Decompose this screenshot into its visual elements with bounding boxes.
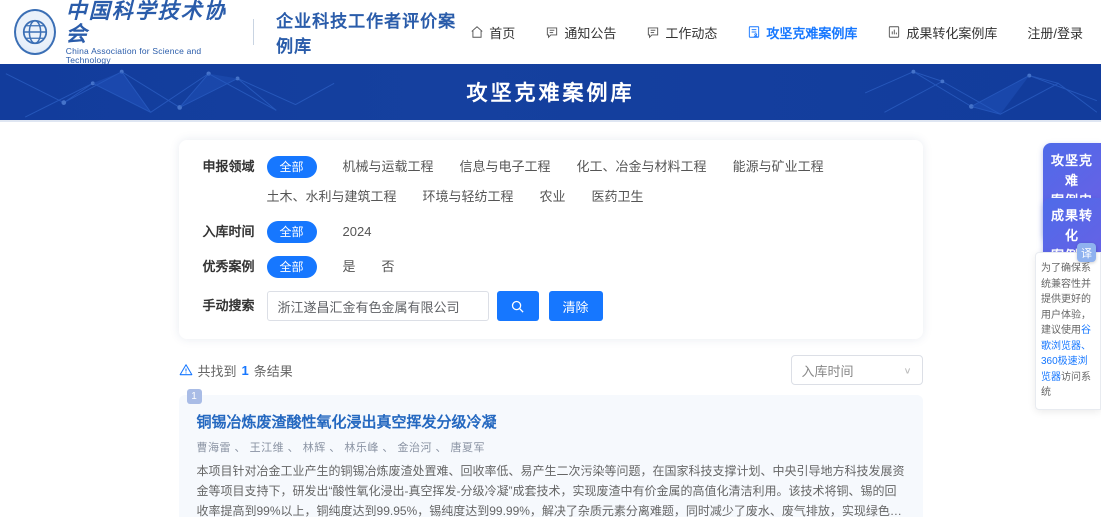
cast-logo-icon <box>14 9 56 55</box>
result-count: 共找到 1 条结果 <box>179 361 293 380</box>
filter-field-option[interactable]: 农业 <box>540 186 566 208</box>
main-nav: 首页 通知公告 工作动态 <box>470 23 1083 42</box>
apply-tackling-line1: 攻坚克难 <box>1049 151 1095 191</box>
filter-field-option[interactable]: 环境与轻纺工程 <box>423 186 514 208</box>
warning-triangle-icon <box>179 363 193 377</box>
brand[interactable]: 中国科学技术协会 China Association for Science a… <box>14 0 470 65</box>
page: 中国科学技术协会 China Association for Science a… <box>0 0 1101 517</box>
filter-panel: 申报领域 全部 机械与运载工程 信息与电子工程 化工、冶金与材料工程 能源与矿业… <box>179 140 923 339</box>
nav-register-login-label: 注册/登录 <box>1027 23 1083 42</box>
count-suffix: 条结果 <box>254 361 293 380</box>
bar-chart-icon <box>887 25 901 39</box>
filter-excellent-all[interactable]: 全部 <box>267 256 317 278</box>
search-input[interactable] <box>267 291 489 321</box>
filter-time-option[interactable]: 2024 <box>343 221 372 243</box>
banner: 攻坚克难案例库 <box>0 64 1101 122</box>
filter-field-option[interactable]: 能源与矿业工程 <box>733 156 824 178</box>
nav-work-updates[interactable]: 工作动态 <box>646 23 717 42</box>
main-content: 申报领域 全部 机械与运载工程 信息与电子工程 化工、冶金与材料工程 能源与矿业… <box>179 140 923 517</box>
network-decoration-left <box>0 64 340 120</box>
nav-home-label: 首页 <box>489 23 515 42</box>
filter-field-all[interactable]: 全部 <box>267 156 317 178</box>
nav-achievement-case-library[interactable]: 成果转化案例库 <box>887 23 997 42</box>
speech-bubble-icon <box>545 25 559 39</box>
nav-home[interactable]: 首页 <box>470 23 515 42</box>
result-title[interactable]: 铜锡冶炼废渣酸性氧化浸出真空挥发分级冷凝 <box>197 411 905 432</box>
site-title: 企业科技工作者评价案例库 <box>276 7 470 57</box>
filter-field-option[interactable]: 信息与电子工程 <box>460 156 551 178</box>
banner-title: 攻坚克难案例库 <box>467 77 635 107</box>
nav-achievement-label: 成果转化案例库 <box>906 23 997 42</box>
nav-work-updates-label: 工作动态 <box>665 23 717 42</box>
home-icon <box>470 25 484 39</box>
filter-excellent-options: 全部 是 否 <box>267 256 395 278</box>
apply-achievement-line1: 成果转化 <box>1049 206 1095 246</box>
filter-field-option[interactable]: 化工、冶金与材料工程 <box>577 156 707 178</box>
count-prefix: 共找到 <box>198 361 237 380</box>
filter-row-excellent: 优秀案例 全部 是 否 <box>203 256 899 278</box>
document-person-icon <box>747 25 761 39</box>
brand-divider <box>253 19 254 45</box>
filter-excellent-label: 优秀案例 <box>203 256 267 278</box>
filter-row-field: 申报领域 全部 机械与运载工程 信息与电子工程 化工、冶金与材料工程 能源与矿业… <box>203 156 899 208</box>
org-name-en: China Association for Science and Techno… <box>66 47 231 66</box>
globe-icon <box>20 17 50 47</box>
nav-tackling-label: 攻坚克难案例库 <box>766 23 857 42</box>
filter-time-label: 入库时间 <box>203 221 267 243</box>
count-number: 1 <box>242 363 249 378</box>
nav-tackling-case-library[interactable]: 攻坚克难案例库 <box>747 23 857 42</box>
search-button[interactable] <box>497 291 539 321</box>
filter-field-label: 申报领域 <box>203 156 267 178</box>
sort-dropdown[interactable]: 入库时间 ∨ <box>791 355 923 385</box>
header: 中国科学技术协会 China Association for Science a… <box>0 0 1101 64</box>
filter-excellent-yes[interactable]: 是 <box>343 256 356 278</box>
result-description: 本项目针对冶金工业产生的铜锡冶炼废渣处置难、回收率低、易产生二次污染等问题，在国… <box>197 462 905 517</box>
org-name: 中国科学技术协会 China Association for Science a… <box>66 0 231 65</box>
search-icon <box>510 299 525 314</box>
filter-row-search: 手动搜索 清除 <box>203 291 899 321</box>
filter-field-options: 全部 机械与运载工程 信息与电子工程 化工、冶金与材料工程 能源与矿业工程 土木… <box>267 156 899 208</box>
nav-notices[interactable]: 通知公告 <box>545 23 616 42</box>
filter-time-options: 全部 2024 <box>267 221 372 243</box>
translate-icon[interactable]: 译 <box>1077 243 1096 262</box>
result-authors: 曹海雷 、 王江维 、 林辉 、 林乐峰 、 金治河 、 唐夏军 <box>197 439 905 455</box>
filter-excellent-no[interactable]: 否 <box>382 256 395 278</box>
speech-bubble-icon <box>646 25 660 39</box>
result-bar: 共找到 1 条结果 入库时间 ∨ <box>179 355 923 385</box>
filter-row-time: 入库时间 全部 2024 <box>203 221 899 243</box>
filter-field-option[interactable]: 医药卫生 <box>592 186 644 208</box>
network-decoration-right <box>861 64 1101 120</box>
search-label: 手动搜索 <box>203 295 267 317</box>
filter-field-option[interactable]: 土木、水利与建筑工程 <box>267 186 397 208</box>
nav-register-login[interactable]: 注册/登录 <box>1027 23 1083 42</box>
result-index-badge: 1 <box>187 389 202 404</box>
result-card[interactable]: 1 铜锡冶炼废渣酸性氧化浸出真空挥发分级冷凝 曹海雷 、 王江维 、 林辉 、 … <box>179 395 923 517</box>
nav-notices-label: 通知公告 <box>564 23 616 42</box>
browser-compatibility-tip: 为了确保系统兼容性并提供更好的用户体验，建议使用谷歌浏览器、360极速浏览器访问… <box>1035 252 1101 410</box>
clear-button[interactable]: 清除 <box>549 291 603 321</box>
chevron-down-icon: ∨ <box>903 365 911 375</box>
filter-field-option[interactable]: 机械与运载工程 <box>343 156 434 178</box>
org-name-cn: 中国科学技术协会 <box>66 0 231 45</box>
filter-time-all[interactable]: 全部 <box>267 221 317 243</box>
sort-dropdown-value: 入库时间 <box>802 361 854 380</box>
